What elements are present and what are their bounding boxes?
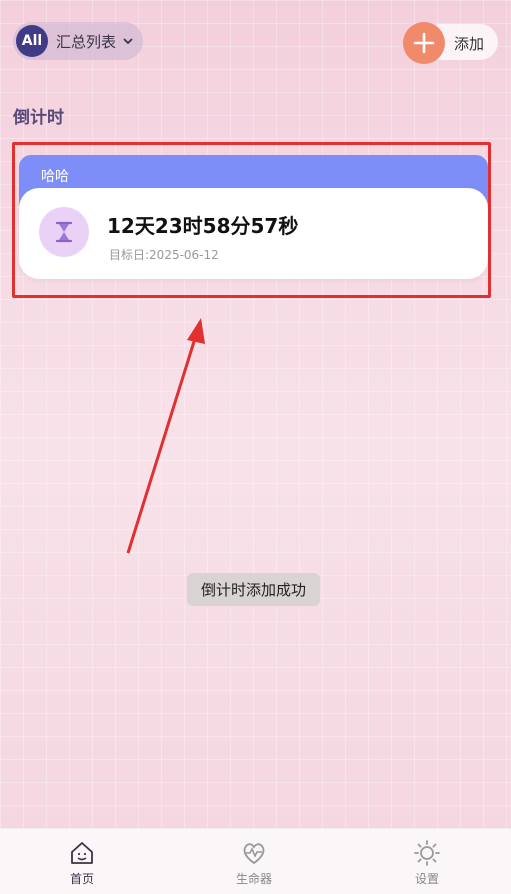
home-icon [71,842,93,864]
nav-label-home: 首页 [69,872,94,886]
selector-label: 汇总列表 [56,32,117,51]
annotation-arrow [126,318,205,554]
highlight-box [12,142,491,298]
chevron-down-icon [123,38,133,45]
add-button[interactable]: 添加 [403,22,498,64]
add-label: 添加 [454,35,485,53]
section-title: 倒计时 [13,108,64,128]
top-bar: All 汇总列表 添加 [0,22,511,64]
nav-item-home[interactable]: 首页 [47,839,117,889]
gear-icon [414,840,440,866]
toast-message: 倒计时添加成功 [187,573,320,606]
nav-item-settings[interactable]: 设置 [392,839,462,889]
nav-item-life[interactable]: 生命器 [219,839,289,889]
heart-pulse-icon [243,843,265,865]
nav-label-life: 生命器 [235,872,272,886]
all-badge: All [16,25,48,57]
plus-icon [403,22,445,64]
nav-label-settings: 设置 [414,872,439,886]
list-selector[interactable]: All 汇总列表 [13,22,143,60]
bottom-nav: 首页 生命器 设置 [0,828,511,894]
